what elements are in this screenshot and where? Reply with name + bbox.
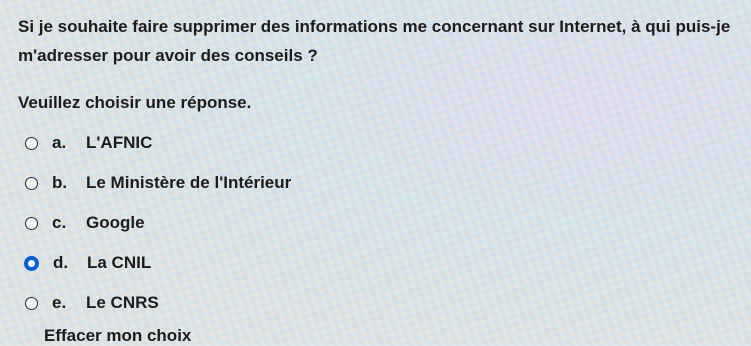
answer-option-d[interactable]: d. La CNIL: [18, 243, 741, 283]
radio-d-selected[interactable]: [24, 255, 39, 271]
option-letter: c.: [52, 213, 67, 232]
option-label: Google: [86, 213, 145, 232]
radio-e[interactable]: [25, 296, 38, 310]
quiz-question-panel: Si je souhaite faire supprimer des infor…: [18, 12, 741, 323]
answer-option-a[interactable]: a. L'AFNIC: [18, 123, 741, 163]
question-text: Si je souhaite faire supprimer des infor…: [18, 17, 731, 65]
option-label: Le Ministère de l'Intérieur: [86, 173, 292, 192]
answer-option-c[interactable]: c. Google: [18, 203, 741, 243]
clear-choice-link[interactable]: Effacer mon choix: [44, 326, 191, 346]
answer-options: a. L'AFNIC b. Le Ministère de l'Intérieu…: [18, 123, 741, 323]
radio-c[interactable]: [25, 216, 38, 230]
option-letter: d.: [53, 253, 69, 272]
instruction-text: Veuillez choisir une réponse.: [18, 93, 252, 112]
option-letter: b.: [52, 173, 68, 192]
radio-b[interactable]: [25, 176, 38, 190]
radio-a[interactable]: [25, 136, 38, 150]
option-letter: a.: [52, 133, 67, 152]
option-label: La CNIL: [87, 253, 152, 272]
option-letter: e.: [52, 293, 67, 312]
option-label: Le CNRS: [86, 293, 159, 312]
option-label: L'AFNIC: [86, 133, 153, 152]
answer-option-e[interactable]: e. Le CNRS: [18, 283, 741, 323]
answer-option-b[interactable]: b. Le Ministère de l'Intérieur: [18, 163, 741, 203]
